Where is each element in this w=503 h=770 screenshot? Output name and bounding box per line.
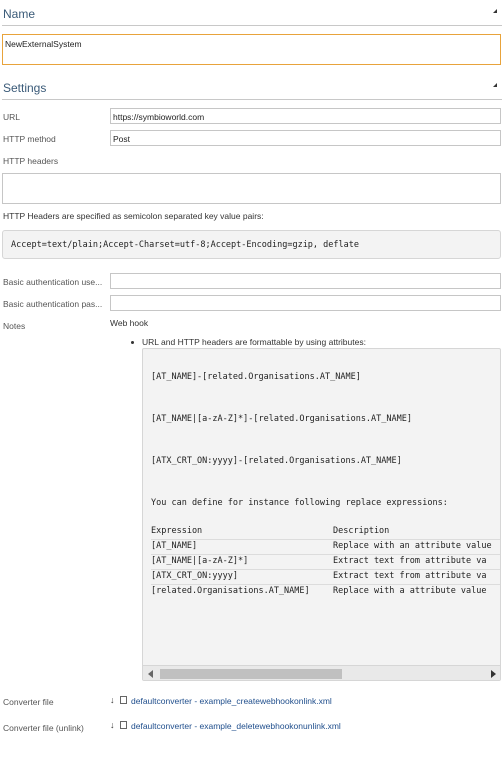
http-method-label: HTTP method (3, 134, 56, 144)
settings-section-divider (2, 99, 502, 100)
table-cell-description: Extract text from attribute va (333, 571, 487, 581)
table-row-divider (151, 554, 500, 555)
table-cell-expression: [related.Organisations.AT_NAME] (151, 586, 310, 596)
table-header-expression: Expression (151, 526, 203, 536)
notes-bullet-text: URL and HTTP headers are formattable by … (142, 337, 366, 347)
download-icon[interactable]: ↓ (110, 721, 115, 730)
converter-file-unlink-label: Converter file (unlink) (3, 723, 84, 733)
headers-example-code: Accept=text/plain;Accept-Charset=utf-8;A… (11, 240, 359, 250)
notes-label: Notes (3, 321, 26, 331)
table-row-divider (151, 539, 500, 540)
collapse-settings-icon[interactable] (493, 83, 497, 87)
code-line-1: [AT_NAME]-[related.Organisations.AT_NAME… (151, 372, 361, 382)
url-input[interactable]: https://symbioworld.com (110, 108, 501, 124)
table-cell-description: Replace with an attribute value (333, 541, 492, 551)
table-row-divider (151, 584, 500, 585)
headers-example-box: Accept=text/plain;Accept-Charset=utf-8;A… (2, 230, 501, 259)
notes-heading: Web hook (110, 318, 149, 328)
converter-file-unlink-link[interactable]: defaultconverter - example_deletewebhook… (131, 721, 341, 731)
basic-auth-user-input[interactable] (110, 273, 501, 289)
code-line-4: You can define for instance following re… (151, 498, 448, 508)
notes-bullet-dot (131, 341, 134, 344)
collapse-name-icon[interactable] (493, 9, 497, 13)
table-cell-expression: [ATX_CRT_ON:yyyy] (151, 571, 238, 581)
horizontal-scrollbar[interactable] (143, 665, 500, 680)
download-icon[interactable]: ↓ (110, 696, 115, 705)
converter-file-label: Converter file (3, 697, 54, 707)
document-icon (120, 696, 127, 704)
notes-code-block[interactable]: [AT_NAME]-[related.Organisations.AT_NAME… (142, 348, 501, 681)
headers-hint-text: HTTP Headers are specified as semicolon … (3, 211, 264, 221)
table-cell-description: Replace with a attribute value (333, 586, 487, 596)
basic-auth-user-label: Basic authentication use... (3, 277, 103, 287)
code-line-3: [ATX_CRT_ON:yyyy]-[related.Organisations… (151, 456, 402, 466)
converter-file-link[interactable]: defaultconverter - example_createwebhook… (131, 696, 332, 706)
table-cell-expression: [AT_NAME] (151, 541, 198, 551)
code-line-2: [AT_NAME|[a-zA-Z]*]-[related.Organisatio… (151, 414, 412, 424)
settings-section-title: Settings (3, 81, 47, 95)
table-cell-description: Extract text from attribute va (333, 556, 487, 566)
table-row: [ATX_CRT_ON:yyyy] Extract text from attri… (151, 571, 487, 581)
scroll-right-icon[interactable] (491, 670, 496, 678)
name-section-title: Name (3, 7, 36, 21)
scrollbar-thumb[interactable] (160, 669, 342, 679)
table-header-description: Description (333, 526, 390, 536)
document-icon (120, 721, 127, 729)
table-row: [AT_NAME|[a-zA-Z]*] Extract text from att… (151, 556, 487, 566)
scroll-left-icon[interactable] (148, 670, 153, 678)
http-method-select[interactable]: Post (110, 130, 501, 146)
basic-auth-pass-input[interactable] (110, 295, 501, 311)
http-headers-textarea[interactable] (2, 173, 501, 204)
name-section-divider (2, 25, 502, 26)
table-cell-expression: [AT_NAME|[a-zA-Z]*] (151, 556, 249, 566)
basic-auth-pass-label: Basic authentication pas... (3, 299, 103, 309)
table-row-divider (151, 569, 500, 570)
table-row: [AT_NAME] Replace with an attribute value (151, 541, 492, 551)
http-headers-label: HTTP headers (3, 156, 59, 166)
url-label: URL (3, 112, 21, 122)
name-input[interactable]: NewExternalSystem (2, 34, 501, 65)
table-header-row: Expression Description (151, 526, 389, 536)
table-row: [related.Organisations.AT_NAME] Replace w… (151, 586, 487, 596)
